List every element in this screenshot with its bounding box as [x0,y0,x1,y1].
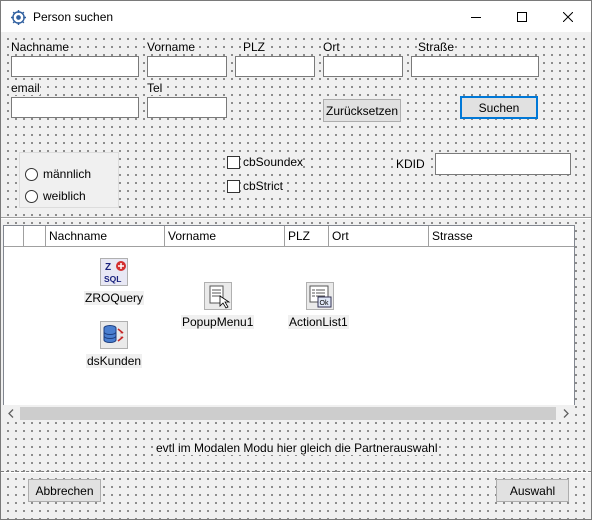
scrollbar-thumb[interactable] [20,407,556,420]
nachname-field[interactable] [11,56,139,77]
popupmenu-component[interactable] [204,282,232,310]
zroquery-label: ZROQuery [84,291,145,305]
actionlist-label: ActionList1 [288,315,349,329]
action-list-icon: Ok [309,285,332,308]
zroquery-glyph-sql: SQL [104,274,121,284]
maximize-button[interactable] [499,1,545,32]
minimize-icon [471,16,481,18]
search-button[interactable]: Suchen [460,96,538,119]
datasource-icon [103,325,124,344]
actionlist-component[interactable]: Ok [306,282,334,310]
grid-horizontal-scrollbar[interactable] [3,405,575,422]
vorname-label: Vorname [147,40,196,54]
actionlist-glyph-ok: Ok [320,300,329,307]
cancel-button[interactable]: Abbrechen [28,479,101,502]
nachname-label: Nachname [11,40,70,54]
select-button[interactable]: Auswahl [496,479,569,502]
strasse-label: Straße [418,40,455,54]
ort-field[interactable] [323,56,403,77]
maximize-icon [517,11,527,22]
radio-weiblich[interactable] [25,190,38,203]
radio-maennlich-label[interactable]: männlich [43,168,92,181]
strasse-field[interactable] [411,56,539,77]
cbsoundex-checkbox[interactable] [227,156,240,169]
cbstrict-checkbox[interactable] [227,180,240,193]
grid-header: Nachname Vorname PLZ Ort Strasse [4,226,574,247]
kdid-field[interactable] [435,153,571,175]
person-search-window: Person suchen Nachname Vorname PLZ Ort S… [0,0,592,520]
bottom-separator [1,471,591,473]
top-separator [1,217,591,219]
close-button[interactable] [545,1,591,32]
close-icon [563,11,573,22]
form-area: Nachname Vorname PLZ Ort Straße email Te… [1,32,591,519]
tel-label: Tel [147,81,163,95]
minimize-button[interactable] [453,1,499,32]
email-field[interactable] [11,97,139,118]
partner-selection-note: evtl im Modalen Modu hier gleich die Par… [156,441,438,455]
grid-column-blank [24,226,46,246]
radio-weiblich-label[interactable]: weiblich [43,190,86,203]
cbstrict-label[interactable]: cbStrict [243,180,284,193]
grid-column-nachname[interactable]: Nachname [46,226,165,246]
radio-maennlich[interactable] [25,168,38,181]
zroquery-component[interactable]: Z SQL [100,258,128,286]
popup-menu-icon [209,285,231,309]
grid-column-ort[interactable]: Ort [329,226,429,246]
window-title: Person suchen [33,10,114,24]
cbsoundex-label[interactable]: cbSoundex [243,156,304,169]
dskunden-component[interactable] [100,321,128,349]
grid-indicator-column [4,226,24,246]
app-gear-icon [11,10,26,25]
grid-column-strasse[interactable]: Strasse [429,226,574,246]
reset-button[interactable]: Zurücksetzen [323,99,401,122]
title-bar: Person suchen [1,1,591,32]
ort-label: Ort [323,40,340,54]
dskunden-label: dsKunden [86,354,143,368]
results-grid[interactable]: Nachname Vorname PLZ Ort Strasse Z SQL Z… [3,225,575,420]
kdid-label: KDID [396,157,425,171]
plz-field[interactable] [235,56,315,77]
gender-radio-group: männlich weiblich [19,152,119,208]
grid-column-plz[interactable]: PLZ [285,226,329,246]
plz-label: PLZ [243,40,266,54]
scroll-right-icon[interactable] [562,409,570,418]
zroquery-glyph-z: Z [105,262,111,273]
email-label: email [11,81,40,95]
grid-column-vorname[interactable]: Vorname [165,226,285,246]
vorname-field[interactable] [147,56,227,77]
scroll-left-icon[interactable] [7,409,15,418]
popupmenu-label: PopupMenu1 [181,315,255,329]
tel-field[interactable] [147,97,227,118]
sql-query-icon: Z SQL [104,261,126,284]
